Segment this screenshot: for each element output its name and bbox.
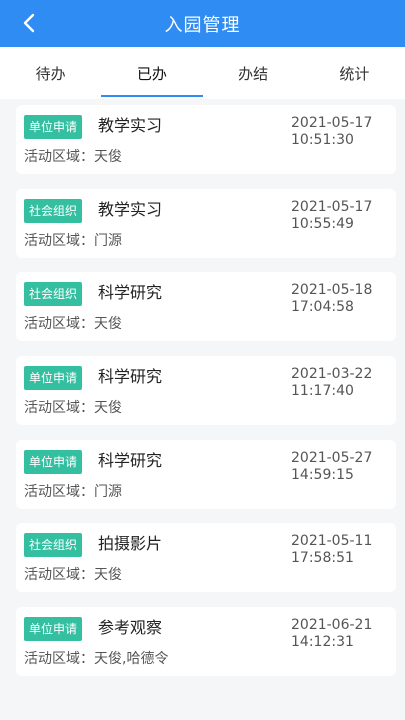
timestamp: 2021-06-21 14:12:31 bbox=[291, 617, 372, 651]
type-badge: 社会组织 bbox=[24, 533, 83, 558]
date-text: 2021-05-17 bbox=[291, 115, 373, 131]
list-item[interactable]: 单位申请 科学研究 活动区域：门源 2021-05-27 14:59:15 bbox=[16, 439, 396, 509]
time-text: 11:17:40 bbox=[291, 383, 354, 400]
type-badge: 单位申请 bbox=[24, 366, 83, 391]
timestamp: 2021-03-22 11:17:40 bbox=[291, 366, 372, 400]
record-list: 单位申请 教学实习 活动区域：天俊 2021-05-17 10:51:30 社会… bbox=[16, 105, 396, 691]
list-item[interactable]: 社会组织 拍摄影片 活动区域：天俊 2021-05-11 17:58:51 bbox=[16, 523, 396, 593]
item-title: 教学实习 bbox=[98, 116, 163, 135]
type-badge: 单位申请 bbox=[24, 115, 83, 139]
list-item[interactable]: 社会组织 科学研究 活动区域：天俊 2021-05-18 17:04:58 bbox=[16, 272, 396, 342]
date-text: 2021-05-11 bbox=[291, 533, 373, 550]
timestamp: 2021-05-11 17:58:51 bbox=[291, 533, 372, 567]
date-text: 2021-05-27 bbox=[291, 449, 373, 466]
timestamp: 2021-05-18 17:04:58 bbox=[291, 282, 372, 316]
activity-area: 活动区域：天俊 bbox=[24, 400, 122, 417]
type-badge: 单位申请 bbox=[24, 617, 83, 642]
date-text: 2021-05-17 bbox=[291, 198, 373, 215]
item-title: 教学实习 bbox=[98, 199, 163, 219]
date-text: 2021-06-21 bbox=[291, 617, 373, 634]
time-text: 14:12:31 bbox=[291, 634, 354, 651]
chevron-left-icon bbox=[23, 13, 35, 33]
tab-handled[interactable]: 已办 bbox=[101, 47, 203, 99]
timestamp: 2021-05-27 14:59:15 bbox=[291, 450, 372, 484]
item-title: 参考观察 bbox=[98, 618, 163, 638]
type-badge: 单位申请 bbox=[24, 449, 83, 474]
item-title: 科学研究 bbox=[98, 283, 163, 303]
time-text: 10:55:49 bbox=[291, 215, 354, 232]
tab-completed[interactable]: 办结 bbox=[203, 47, 304, 99]
page-title: 入园管理 bbox=[164, 14, 241, 36]
back-button[interactable] bbox=[16, 10, 42, 36]
list-item[interactable]: 单位申请 科学研究 活动区域：天俊 2021-03-22 11:17:40 bbox=[16, 356, 396, 426]
date-text: 2021-05-18 bbox=[291, 282, 373, 299]
timestamp: 2021-05-17 10:55:49 bbox=[291, 199, 372, 233]
item-title: 科学研究 bbox=[98, 450, 163, 470]
type-badge: 社会组织 bbox=[24, 198, 83, 223]
tab-bar: 待办 已办 办结 统计 bbox=[0, 47, 405, 99]
activity-area: 活动区域：门源 bbox=[24, 483, 122, 500]
type-badge: 社会组织 bbox=[24, 282, 83, 307]
tab-statistics[interactable]: 统计 bbox=[304, 47, 405, 99]
activity-area: 活动区域：门源 bbox=[24, 232, 122, 249]
activity-area: 活动区域：天俊 bbox=[24, 149, 122, 165]
list-item[interactable]: 单位申请 教学实习 活动区域：天俊 2021-05-17 10:51:30 bbox=[16, 105, 396, 174]
tab-pending[interactable]: 待办 bbox=[0, 47, 101, 99]
item-title: 科学研究 bbox=[98, 367, 163, 387]
app-header: 入园管理 bbox=[0, 0, 405, 47]
list-item[interactable]: 社会组织 教学实习 活动区域：门源 2021-05-17 10:55:49 bbox=[16, 188, 396, 258]
item-title: 拍摄影片 bbox=[98, 534, 163, 554]
time-text: 17:04:58 bbox=[291, 299, 354, 316]
time-text: 14:59:15 bbox=[291, 466, 354, 483]
list-item[interactable]: 单位申请 参考观察 活动区域：天俊,哈德令 2021-06-21 14:12:3… bbox=[16, 607, 396, 677]
activity-area: 活动区域：天俊 bbox=[24, 316, 122, 333]
date-text: 2021-03-22 bbox=[291, 366, 373, 383]
time-text: 17:58:51 bbox=[291, 550, 354, 567]
activity-area: 活动区域：天俊 bbox=[24, 567, 122, 584]
timestamp: 2021-05-17 10:51:30 bbox=[291, 115, 372, 149]
time-text: 10:51:30 bbox=[291, 132, 354, 148]
activity-area: 活动区域：天俊,哈德令 bbox=[24, 651, 169, 668]
